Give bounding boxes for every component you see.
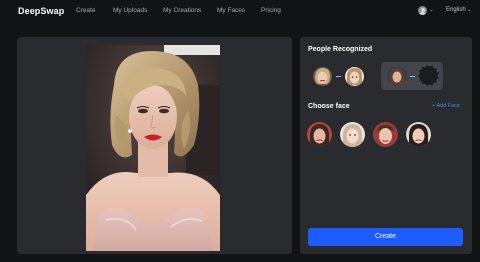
nav-pricing[interactable]: Pricing bbox=[261, 7, 281, 14]
face-option-4[interactable] bbox=[406, 122, 431, 147]
user-avatar-icon[interactable] bbox=[418, 6, 427, 15]
nav-my-faces[interactable]: My Faces bbox=[217, 7, 245, 14]
face-settings-panel: People Recognized Choose face + Add Face… bbox=[300, 37, 472, 254]
nav-create[interactable]: Create bbox=[76, 7, 96, 14]
empty-target-face-slot[interactable] bbox=[418, 65, 439, 86]
arrow-icon bbox=[336, 76, 341, 77]
face-option-2[interactable] bbox=[340, 122, 365, 147]
selected-face-pair[interactable] bbox=[381, 62, 443, 90]
recognized-face-1[interactable] bbox=[313, 67, 332, 86]
nav-my-uploads[interactable]: My Uploads bbox=[113, 7, 147, 14]
arrow-icon bbox=[410, 76, 415, 77]
recognized-face-2[interactable] bbox=[387, 66, 407, 86]
add-face-link[interactable]: + Add Face bbox=[432, 103, 460, 109]
chevron-down-icon[interactable]: ⌄ bbox=[429, 7, 434, 13]
preview-panel bbox=[17, 37, 292, 254]
face-option-3[interactable] bbox=[373, 122, 398, 147]
choose-face-title: Choose face bbox=[308, 103, 350, 110]
language-chevron-down-icon[interactable]: ⌄ bbox=[467, 7, 472, 13]
nav-my-creations[interactable]: My Creations bbox=[163, 7, 201, 14]
language-selector[interactable]: English bbox=[446, 7, 466, 13]
target-face-1[interactable] bbox=[345, 67, 364, 86]
top-navigation: DeepSwap Create My Uploads My Creations … bbox=[0, 0, 480, 24]
logo[interactable]: DeepSwap bbox=[18, 6, 64, 16]
uploaded-photo bbox=[86, 45, 220, 251]
face-option-1[interactable] bbox=[307, 122, 332, 147]
create-button[interactable]: Create bbox=[308, 228, 463, 246]
people-recognized-title: People Recognized bbox=[308, 46, 373, 53]
